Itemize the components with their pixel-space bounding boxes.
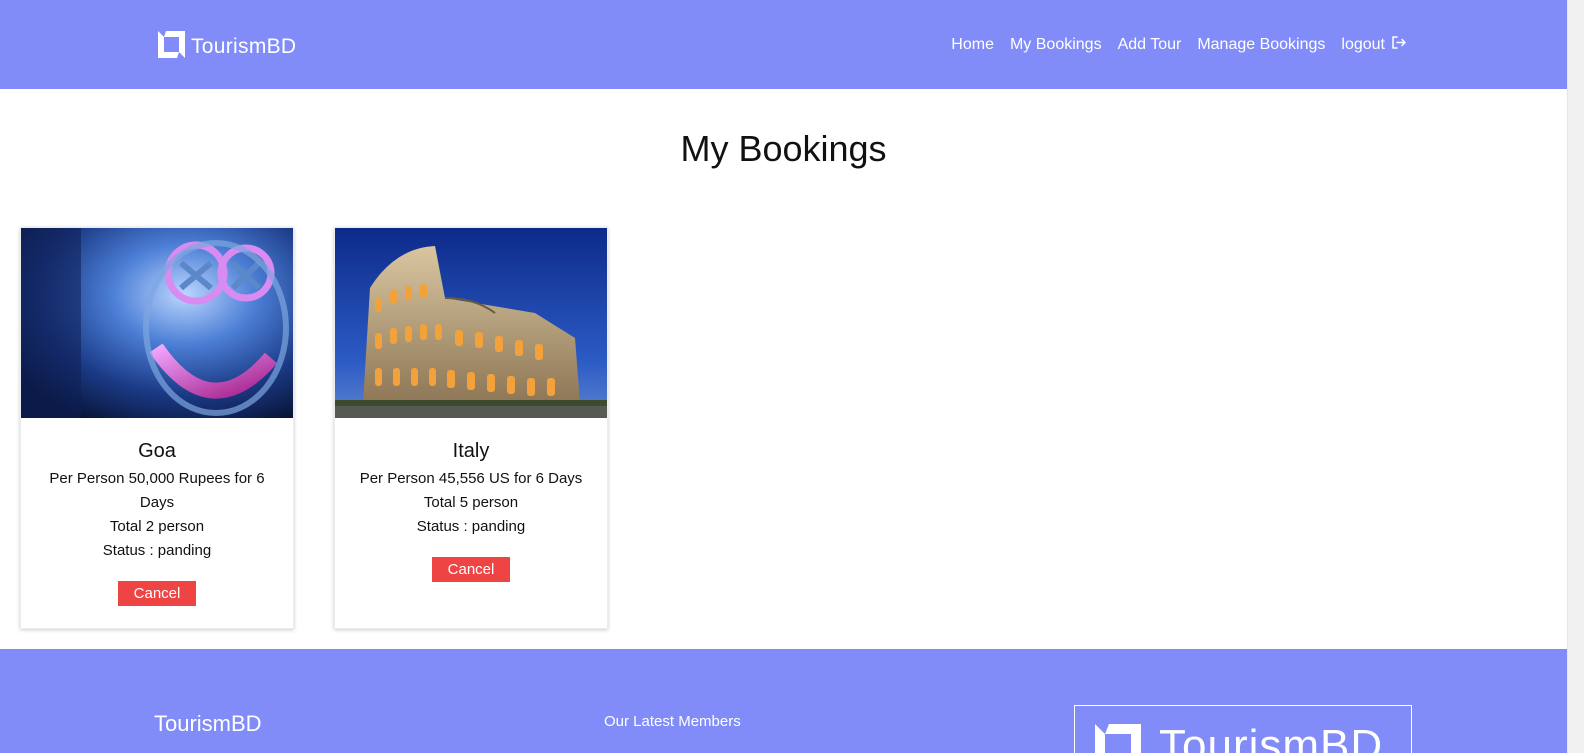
main-nav: Home My Bookings Add Tour Manage Booking… xyxy=(951,34,1407,56)
booking-status: Status : panding xyxy=(416,518,526,535)
goa-tour-image xyxy=(21,228,293,418)
footer-logo-box: TourismBD xyxy=(1074,705,1412,753)
nav-logout-label: logout xyxy=(1341,36,1385,53)
cancel-booking-button[interactable]: Cancel xyxy=(431,557,511,582)
brand-logo[interactable]: TourismBD xyxy=(158,31,296,63)
card-body: Goa Per Person 50,000 Rupees for 6 Days … xyxy=(21,418,293,606)
footer-logo-text: TourismBD xyxy=(1159,721,1384,753)
footer-logo-icon xyxy=(1095,724,1141,753)
tour-price: Per Person 50,000 Rupees for 6 Days xyxy=(49,470,265,511)
total-persons: Total 5 person xyxy=(423,494,519,511)
tour-title: Goa xyxy=(138,440,176,462)
nav-manage-bookings[interactable]: Manage Bookings xyxy=(1197,36,1325,54)
brand-name: TourismBD xyxy=(191,35,297,58)
footer-brand: TourismBD xyxy=(154,711,262,736)
booking-card: Italy Per Person 45,556 US for 6 Days To… xyxy=(334,227,608,629)
total-persons: Total 2 person xyxy=(109,518,205,535)
square-logo-icon xyxy=(158,31,185,63)
cancel-booking-button[interactable]: Cancel xyxy=(117,581,197,606)
nav-logout[interactable]: logout xyxy=(1341,34,1407,56)
tour-title: Italy xyxy=(452,440,490,462)
logout-icon xyxy=(1390,34,1407,56)
tour-price: Per Person 45,556 US for 6 Days xyxy=(359,470,583,487)
booking-card: Goa Per Person 50,000 Rupees for 6 Days … xyxy=(20,227,294,629)
nav-home[interactable]: Home xyxy=(951,36,994,54)
navbar: TourismBD Home My Bookings Add Tour Mana… xyxy=(0,0,1567,89)
card-body: Italy Per Person 45,556 US for 6 Days To… xyxy=(335,418,607,582)
nav-my-bookings[interactable]: My Bookings xyxy=(1010,36,1102,54)
booking-status: Status : panding xyxy=(102,542,212,559)
page-scrollbar[interactable] xyxy=(1567,0,1584,753)
nav-add-tour[interactable]: Add Tour xyxy=(1118,36,1182,54)
footer-members-heading: Our Latest Members xyxy=(604,713,741,730)
page-title: My Bookings xyxy=(680,128,887,169)
footer: TourismBD Our Latest Members TourismBD xyxy=(0,649,1567,753)
italy-tour-image xyxy=(335,228,607,418)
